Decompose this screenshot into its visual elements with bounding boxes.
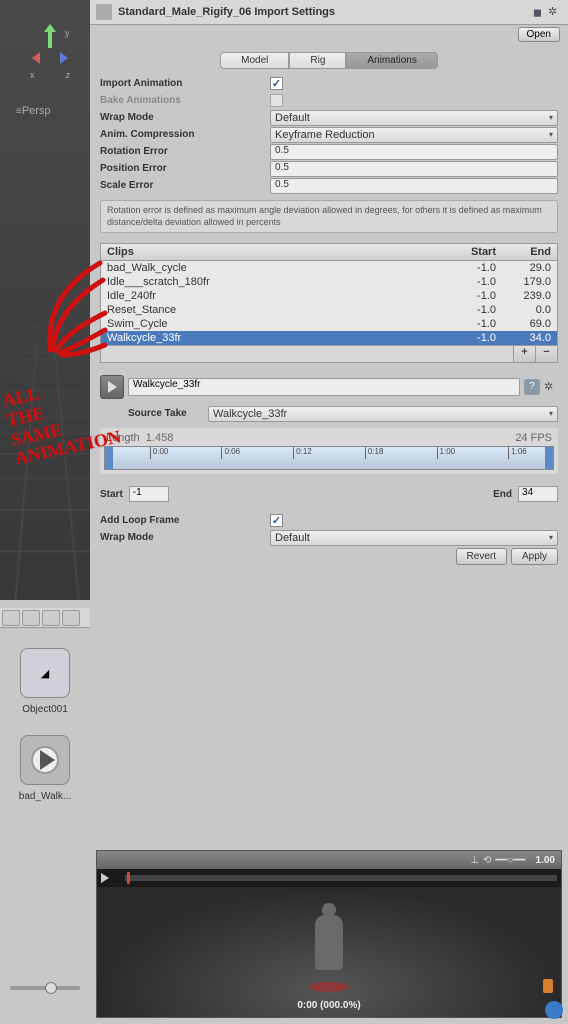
end-label: End <box>493 489 512 500</box>
tab-model[interactable]: Model <box>220 52 289 69</box>
apply-button[interactable]: Apply <box>511 548 558 565</box>
fps-label: 24 FPS <box>515 432 552 444</box>
axis-y-label: y <box>65 28 70 38</box>
gear-icon[interactable]: ✲ <box>548 5 562 19</box>
range-end-handle[interactable] <box>545 447 553 470</box>
clips-col-start: Start <box>441 246 496 258</box>
scene-viewport[interactable]: y x z ≡Persp <box>0 0 90 600</box>
help-icon[interactable]: ? <box>524 379 540 395</box>
add-loop-checkbox[interactable] <box>270 514 283 527</box>
rotation-error-label: Rotation Error <box>100 146 270 157</box>
add-clip-button[interactable]: + <box>513 346 535 362</box>
clip-row[interactable]: bad_Walk_cycle-1.029.0 <box>101 261 557 275</box>
start-frame-input[interactable]: -1 <box>129 486 169 502</box>
clip-row[interactable]: Idle___scratch_180fr-1.0179.0 <box>101 275 557 289</box>
wrap-mode-dropdown[interactable]: Default <box>270 110 558 126</box>
preview-play-button[interactable] <box>101 871 121 885</box>
page-title: Standard_Male_Rigify_06 Import Settings <box>118 6 527 18</box>
remove-clip-button[interactable]: − <box>535 346 557 362</box>
asset-tool-1[interactable] <box>2 610 20 626</box>
start-label: Start <box>100 489 123 500</box>
help-icon[interactable]: ◼ <box>533 6 542 19</box>
tab-animations[interactable]: Animations <box>346 52 437 69</box>
wrap-mode-label: Wrap Mode <box>100 112 270 123</box>
axis-gizmo[interactable]: y x z <box>30 30 70 70</box>
position-error-input[interactable]: 0.5 <box>270 161 558 177</box>
asset-tool-3[interactable] <box>42 610 60 626</box>
clips-col-name: Clips <box>107 246 441 258</box>
preview-person-icon[interactable]: ⊥ <box>470 855 479 866</box>
bake-animations-checkbox <box>270 94 283 107</box>
preview-speed-icon[interactable]: ⟲ <box>483 855 491 866</box>
position-error-label: Position Error <box>100 163 270 174</box>
clip-row[interactable]: Walkcycle_33fr-1.034.0 <box>101 331 557 345</box>
tab-rig[interactable]: Rig <box>289 52 346 69</box>
preview-slider[interactable]: ━━○━━ <box>495 855 525 866</box>
clips-table: Clips Start End bad_Walk_cycle-1.029.0 I… <box>100 243 558 363</box>
play-clip-button[interactable] <box>100 375 124 399</box>
timeline: Length 1.458 24 FPS 0:00 0:06 0:12 0:18 … <box>100 428 558 474</box>
error-info-text: Rotation error is defined as maximum ang… <box>100 200 558 233</box>
asset-type-icon <box>96 4 112 20</box>
zoom-slider[interactable] <box>10 982 80 994</box>
persp-label: ≡Persp <box>16 105 51 117</box>
preview-time-label: 0:00 (000.0%) <box>97 1000 561 1011</box>
range-start-handle[interactable] <box>105 447 113 470</box>
asset-tool-4[interactable] <box>62 610 80 626</box>
animation-clip-icon <box>20 735 70 785</box>
mesh-icon: ◢ <box>20 648 70 698</box>
preview-scrubber[interactable] <box>125 875 557 881</box>
clip-gear-icon[interactable]: ✲ <box>544 380 558 394</box>
axis-x-label: x <box>30 70 35 80</box>
inspector-header: Standard_Male_Rigify_06 Import Settings … <box>90 0 568 25</box>
import-animation-label: Import Animation <box>100 78 270 89</box>
clip-wrap-mode-dropdown[interactable]: Default <box>270 530 558 546</box>
clip-wrap-mode-label: Wrap Mode <box>100 532 270 543</box>
scale-error-label: Scale Error <box>100 180 270 191</box>
timeline-ruler[interactable]: 0:00 0:06 0:12 0:18 1:00 1:06 <box>104 446 554 470</box>
anim-compression-label: Anim. Compression <box>100 129 270 140</box>
clip-row[interactable]: Idle_240fr-1.0239.0 <box>101 289 557 303</box>
clips-col-end: End <box>496 246 551 258</box>
preview-speed-value: 1.00 <box>536 855 555 866</box>
open-button[interactable]: Open <box>518 27 560 42</box>
asset-toolbar <box>0 608 90 628</box>
preview-settings-icon[interactable] <box>545 1001 563 1019</box>
clip-name-input[interactable]: Walkcycle_33fr <box>128 378 520 396</box>
add-loop-label: Add Loop Frame <box>100 515 270 526</box>
import-animation-checkbox[interactable] <box>270 77 283 90</box>
scale-error-input[interactable]: 0.5 <box>270 178 558 194</box>
end-frame-input[interactable]: 34 <box>518 486 558 502</box>
source-take-label: Source Take <box>128 408 208 419</box>
asset-object[interactable]: ◢ Object001 <box>0 648 90 715</box>
import-tabs: Model Rig Animations <box>90 44 568 73</box>
axis-z-label: z <box>66 70 71 80</box>
revert-button[interactable]: Revert <box>456 548 507 565</box>
clip-row[interactable]: Swim_Cycle-1.069.0 <box>101 317 557 331</box>
bake-animations-label: Bake Animations <box>100 95 270 106</box>
preview-viewport[interactable]: 0:00 (000.0%) <box>97 887 561 1017</box>
clip-row[interactable]: Reset_Stance-1.00.0 <box>101 303 557 317</box>
asset-tool-2[interactable] <box>22 610 40 626</box>
animation-preview: ⊥ ⟲ ━━○━━ 1.00 0:00 (000.0%) <box>96 850 562 1018</box>
rotation-error-input[interactable]: 0.5 <box>270 144 558 160</box>
anim-compression-dropdown[interactable]: Keyframe Reduction <box>270 127 558 143</box>
source-take-dropdown[interactable]: Walkcycle_33fr <box>208 406 558 422</box>
asset-animation[interactable]: bad_Walk... <box>0 735 90 802</box>
avatar-icon[interactable] <box>543 979 553 993</box>
character-model <box>315 915 343 970</box>
